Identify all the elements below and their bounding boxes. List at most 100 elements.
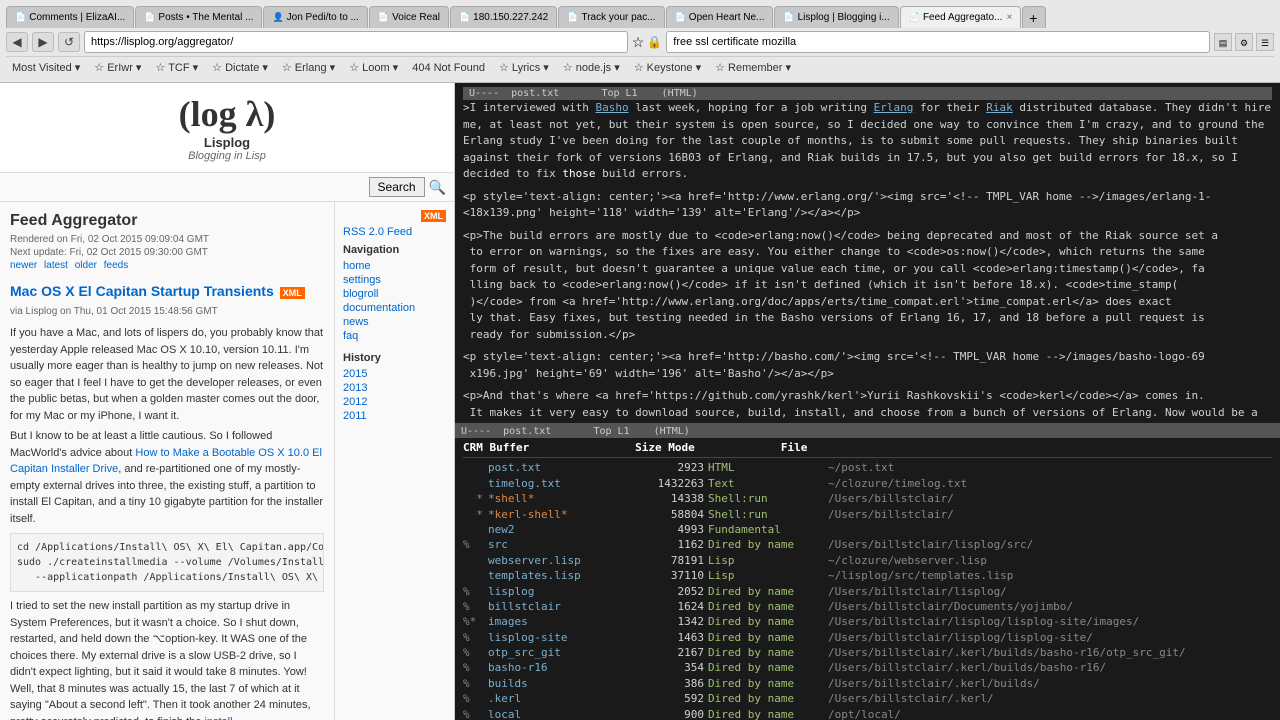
history-2011[interactable]: 2011 — [343, 410, 446, 422]
buffer-row[interactable]: templates.lisp37110Lisp~/lisplog/src/tem… — [463, 568, 1272, 583]
history-section-title: History — [343, 352, 446, 364]
buffer-row[interactable]: % otp_src_git2167Dired by name/Users/bil… — [463, 645, 1272, 660]
bookmark-loom[interactable]: ☆ Loom ▾ — [343, 59, 404, 76]
bookmark-remember[interactable]: ☆ Remember ▾ — [709, 59, 797, 76]
bookmark-dictate[interactable]: ☆ Dictate ▾ — [206, 59, 274, 76]
buf-size: 386 — [648, 676, 708, 691]
tab-track[interactable]: 📄 Track your pac... — [558, 6, 664, 28]
blog-subtitle: Blogging in Lisp — [10, 150, 444, 162]
browser-content: (log λ) Lisplog Blogging in Lisp Search … — [0, 83, 1280, 720]
buf-file: ~/clozure/timelog.txt — [828, 476, 967, 491]
buf-mode: Fundamental — [708, 522, 828, 537]
bookmark-404[interactable]: 404 Not Found — [406, 60, 491, 76]
newer-link[interactable]: newer — [10, 260, 37, 271]
address-bar[interactable] — [84, 31, 628, 53]
tab-new[interactable]: + — [1022, 6, 1046, 28]
basho-link[interactable]: Basho — [595, 101, 628, 114]
rss-link[interactable]: RSS 2.0 Feed — [343, 226, 446, 238]
riak-link[interactable]: Riak — [986, 101, 1013, 114]
nav-news[interactable]: news — [343, 316, 446, 328]
browser-tabs: 📄 Comments | ElizaAI... 📄 Posts • The Me… — [6, 4, 1274, 28]
back-button[interactable]: ◀ — [6, 32, 28, 52]
buffer-row[interactable]: % builds386Dired by name/Users/billstcla… — [463, 676, 1272, 691]
sidebar-nav-section: XML RSS 2.0 Feed Navigation home setting… — [343, 210, 446, 342]
history-2013[interactable]: 2013 — [343, 382, 446, 394]
buffer-row[interactable]: % lisplog2052Dired by name/Users/billstc… — [463, 584, 1272, 599]
nav-home[interactable]: home — [343, 260, 446, 272]
bookmark-lyrics[interactable]: ☆ Lyrics ▾ — [493, 59, 555, 76]
buf-name: billstclair — [488, 599, 648, 614]
history-2012[interactable]: 2012 — [343, 396, 446, 408]
search-button[interactable]: Search — [369, 177, 425, 197]
buffer-row[interactable]: % lisplog-site1463Dired by name/Users/bi… — [463, 630, 1272, 645]
tab-lisplog[interactable]: 📄 Lisplog | Blogging i... — [774, 6, 898, 28]
erlang-link[interactable]: Erlang — [874, 101, 914, 114]
buffer-row[interactable]: webserver.lisp78191Lisp~/clozure/webserv… — [463, 553, 1272, 568]
nav-settings[interactable]: settings — [343, 274, 446, 286]
bookmark-most-visited[interactable]: Most Visited ▾ — [6, 59, 86, 76]
tab-feedagg[interactable]: 📄 Feed Aggregato... × — [900, 6, 1022, 28]
buffer-row[interactable]: % basho-r16354Dired by name/Users/billst… — [463, 660, 1272, 675]
buf-file: /Users/billstclair/ — [828, 491, 954, 506]
buf-mode: Dired by name — [708, 676, 828, 691]
extension-icon-2[interactable]: ⚙ — [1235, 33, 1253, 51]
buf-file: /Users/billstclair/.kerl/ — [828, 691, 994, 706]
bookmark-star-icon[interactable]: ☆ — [632, 34, 645, 51]
buffer-row[interactable]: % src1162Dired by name/Users/billstclair… — [463, 537, 1272, 552]
blog-name: Lisplog — [10, 135, 444, 150]
browser-bookmarks: Most Visited ▾ ☆ ErIwr ▾ ☆ TCF ▾ ☆ Dicta… — [6, 56, 1274, 78]
tab-favicon: 📄 — [378, 12, 389, 23]
reload-button[interactable]: ↺ — [58, 32, 80, 52]
buffer-row[interactable]: %* images1342Dired by name/Users/billstc… — [463, 614, 1272, 629]
tab-favicon: 📄 — [909, 12, 920, 23]
tab-voice[interactable]: 📄 Voice Real — [369, 6, 449, 28]
buf-name: webserver.lisp — [488, 553, 648, 568]
buf-flags — [463, 460, 488, 475]
blog-header: (log λ) Lisplog Blogging in Lisp — [0, 83, 454, 173]
nav-documentation[interactable]: documentation — [343, 302, 446, 314]
buffer-row[interactable]: % billstclair1624Dired by name/Users/bil… — [463, 599, 1272, 614]
bookmark-erlwr[interactable]: ☆ ErIwr ▾ — [88, 59, 147, 76]
tab-ip[interactable]: 📄 180.150.227.242 — [450, 6, 557, 28]
bookmark-tcf[interactable]: ☆ TCF ▾ — [149, 59, 204, 76]
tab-comments[interactable]: 📄 Comments | ElizaAI... — [6, 6, 134, 28]
buf-flags: % — [463, 707, 488, 720]
buffer-row[interactable]: % .kerl592Dired by name/Users/billstclai… — [463, 691, 1272, 706]
bookmark-keystone[interactable]: ☆ Keystone ▾ — [628, 59, 707, 76]
feed-links: newer latest older feeds — [10, 260, 324, 271]
macworld-link[interactable]: How to Make a Bootable OS X 10.0 El Capi… — [10, 447, 322, 476]
search-icon[interactable]: 🔍 — [429, 179, 446, 196]
buffer-row[interactable]: new24993Fundamental — [463, 522, 1272, 537]
history-2015[interactable]: 2015 — [343, 368, 446, 380]
code-top-pane: U---- post.txt Top L1 (HTML) >I intervie… — [455, 83, 1280, 423]
extension-icon-1[interactable]: ▤ — [1214, 33, 1232, 51]
search-input[interactable] — [666, 31, 1210, 53]
buf-size: 2167 — [648, 645, 708, 660]
buffer-row[interactable]: timelog.txt1432263Text~/clozure/timelog.… — [463, 476, 1272, 491]
tab-posts[interactable]: 📄 Posts • The Mental ... — [135, 6, 262, 28]
nav-faq[interactable]: faq — [343, 330, 446, 342]
tab-close-icon[interactable]: × — [1006, 12, 1012, 23]
bookmark-erlang[interactable]: ☆ Erlang ▾ — [276, 59, 341, 76]
buffer-row[interactable]: % local900Dired by name/opt/local/ — [463, 707, 1272, 720]
buf-size: 2052 — [648, 584, 708, 599]
latest-link[interactable]: latest — [44, 260, 68, 271]
bookmark-nodejs[interactable]: ☆ node.js ▾ — [557, 59, 626, 76]
article-title-1[interactable]: Mac OS X El Capitan Startup Transients — [10, 283, 274, 299]
forward-button[interactable]: ▶ — [32, 32, 54, 52]
older-link[interactable]: older — [75, 260, 97, 271]
buffer-row[interactable]: **kerl-shell*58804Shell:run/Users/billst… — [463, 507, 1272, 522]
nav-blogroll[interactable]: blogroll — [343, 288, 446, 300]
buffer-row[interactable]: **shell*14338Shell:run/Users/billstclair… — [463, 491, 1272, 506]
install-link[interactable]: install — [204, 716, 232, 720]
buf-mode: Lisp — [708, 568, 828, 583]
tab-openheart[interactable]: 📄 Open Heart Ne... — [666, 6, 774, 28]
buffer-row[interactable]: post.txt2923HTML~/post.txt — [463, 460, 1272, 475]
tab-favicon: 👤 — [272, 12, 283, 23]
buf-file: /Users/billstclair/lisplog/lisplog-site/… — [828, 614, 1139, 629]
buf-mode: Dired by name — [708, 645, 828, 660]
tab-jon[interactable]: 👤 Jon Pedi/to to ... — [263, 6, 367, 28]
html-line-3: <p>And that's where <a href='https://git… — [463, 388, 1272, 423]
buf-size: 78191 — [648, 553, 708, 568]
extension-icon-3[interactable]: ☰ — [1256, 33, 1274, 51]
